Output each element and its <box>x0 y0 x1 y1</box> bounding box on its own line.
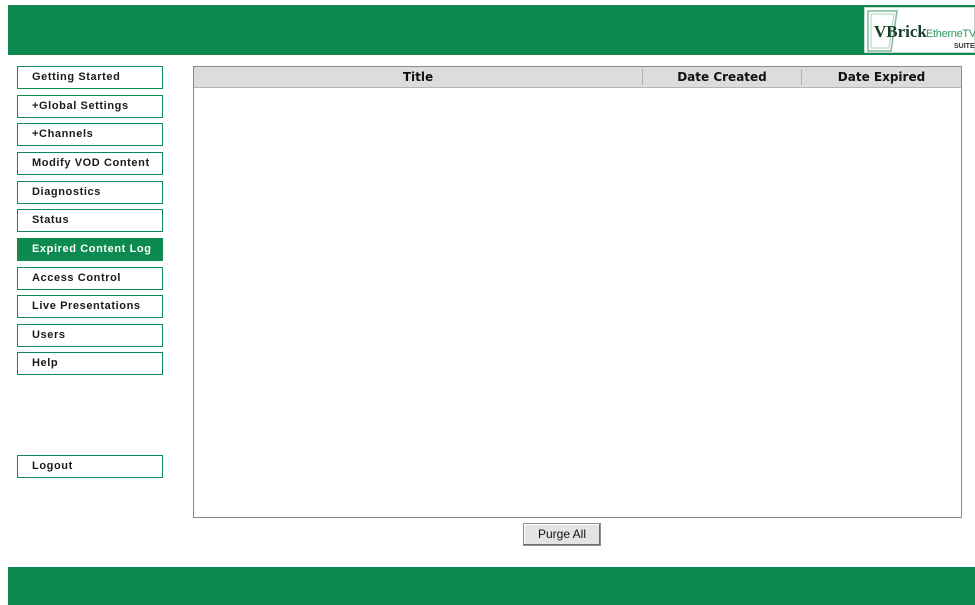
nav-getting-started[interactable]: Getting Started <box>17 66 163 89</box>
nav-expired-content-log[interactable]: Expired Content Log <box>17 238 163 261</box>
nav-global-settings[interactable]: +Global Settings <box>17 95 163 118</box>
table-header: Title Date Created Date Expired <box>194 67 961 88</box>
svg-text:VBrick: VBrick <box>874 22 927 41</box>
svg-text:SUITE: SUITE <box>954 43 975 50</box>
purge-all-button[interactable]: Purge All <box>523 523 601 546</box>
vbrick-logo-icon: VBrick EtherneTV SUITE <box>867 10 975 52</box>
nav-access-control[interactable]: Access Control <box>17 267 163 290</box>
nav-status[interactable]: Status <box>17 209 163 232</box>
column-header-date-created[interactable]: Date Created <box>643 67 801 87</box>
header-bar <box>8 5 975 55</box>
nav-users[interactable]: Users <box>17 324 163 347</box>
vbrick-logo: VBrick EtherneTV SUITE <box>864 7 975 53</box>
logout-button[interactable]: Logout <box>17 455 163 478</box>
svg-text:EtherneTV: EtherneTV <box>926 28 975 40</box>
nav-diagnostics[interactable]: Diagnostics <box>17 181 163 204</box>
expired-content-table: Title Date Created Date Expired <box>193 66 962 518</box>
footer-bar <box>8 567 975 605</box>
nav-live-presentations[interactable]: Live Presentations <box>17 295 163 318</box>
nav-channels[interactable]: +Channels <box>17 123 163 146</box>
nav-help[interactable]: Help <box>17 352 163 375</box>
column-header-title[interactable]: Title <box>194 67 642 87</box>
nav-modify-vod-content[interactable]: Modify VOD Content <box>17 152 163 175</box>
column-header-date-expired[interactable]: Date Expired <box>802 67 961 87</box>
